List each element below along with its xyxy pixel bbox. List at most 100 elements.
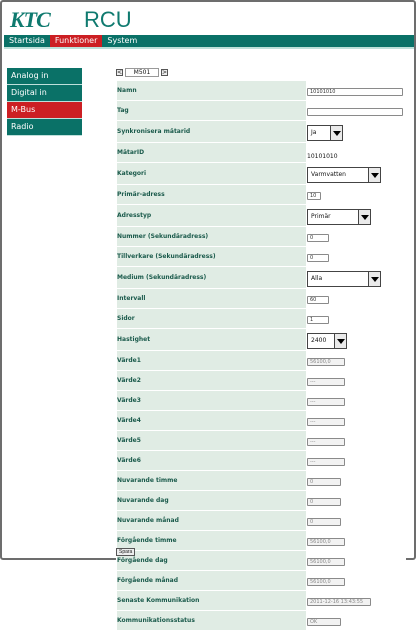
- prev-button[interactable]: <: [116, 69, 123, 76]
- form-row: Värde6 ---: [116, 450, 406, 471]
- field-value-cell: 10101010: [306, 80, 406, 101]
- meter-id-display: M501: [125, 68, 159, 77]
- next-button[interactable]: >: [161, 69, 168, 76]
- form-row: Tag: [116, 100, 406, 121]
- field-label: Synkronisera mätarid: [116, 120, 307, 143]
- field-value-cell: 1: [306, 308, 406, 329]
- chevron-down-icon[interactable]: [330, 125, 342, 140]
- field-label: Värde1: [116, 350, 307, 371]
- text-input[interactable]: 10: [307, 191, 321, 200]
- field-label: Nuvarande månad: [116, 510, 307, 531]
- field-value-cell: ---: [306, 370, 406, 391]
- form-row: Kommunikationsstatus OK: [116, 610, 406, 631]
- field-value-cell: Ja: [306, 120, 406, 143]
- save-button[interactable]: Spara: [116, 548, 136, 556]
- form-row: Senaste Kommunikation 2011-12-16 13:43:55: [116, 590, 406, 611]
- form-row: Förgående timme 56100,0: [116, 530, 406, 551]
- field-value-cell: 0: [306, 470, 406, 491]
- sidebar-item-m-bus[interactable]: M-Bus: [7, 102, 82, 119]
- form-row: Kategori Varmvatten: [116, 162, 406, 185]
- app-title: RCU: [84, 7, 132, 32]
- field-label: Intervall: [116, 288, 307, 309]
- field-value-cell: 0: [306, 226, 406, 247]
- nav-startsida[interactable]: Startsida: [4, 35, 50, 47]
- select-value: Alla: [311, 275, 323, 282]
- form-row: Värde2 ---: [116, 370, 406, 391]
- field-value-cell: 56100,0: [306, 570, 406, 591]
- field-label: Hastighet: [116, 328, 307, 351]
- readonly-field: OK: [307, 617, 341, 626]
- text-input[interactable]: 0: [307, 253, 329, 262]
- readonly-field: 0: [307, 517, 341, 526]
- content: < M501 > Namn 10101010 Tag Synkronisera mät…: [116, 68, 408, 631]
- field-value-cell: ---: [306, 390, 406, 411]
- field-label: Nuvarande timme: [116, 470, 307, 491]
- nav-system[interactable]: System: [102, 35, 142, 47]
- select-value: Ja: [311, 129, 317, 136]
- field-label: Förgående timme: [116, 530, 307, 551]
- field-label: Värde4: [116, 410, 307, 431]
- nav-funktioner[interactable]: Funktioner: [49, 35, 103, 47]
- field-value-cell: 2400: [306, 328, 406, 351]
- form-row: Namn 10101010: [116, 80, 406, 101]
- chevron-down-icon[interactable]: [358, 209, 370, 224]
- form-row: Nummer (Sekundäradress) 0: [116, 226, 406, 247]
- sidebar: Analog in Digital in M-Bus Radio: [7, 68, 82, 136]
- select-dropdown[interactable]: 2400: [307, 332, 347, 349]
- form-row: Hastighet 2400: [116, 328, 406, 351]
- field-label: Förgående månad: [116, 570, 307, 591]
- readonly-field: 0: [307, 477, 341, 486]
- sidebar-item-analog-in[interactable]: Analog in: [7, 68, 82, 85]
- readonly-field: ---: [307, 417, 345, 426]
- form-row: Förgående månad 56100,0: [116, 570, 406, 591]
- select-dropdown[interactable]: Varmvatten: [307, 166, 381, 183]
- window-frame: KTC RCU Startsida Funktioner System Anal…: [0, 0, 416, 631]
- text-input[interactable]: 10101010: [307, 87, 403, 96]
- text-input[interactable]: [307, 107, 403, 116]
- chevron-down-icon[interactable]: [368, 271, 380, 286]
- sidebar-item-radio[interactable]: Radio: [7, 119, 82, 136]
- meter-form: Namn 10101010 Tag Synkronisera mätarid Ja Mät…: [116, 80, 406, 631]
- field-value-cell: 56100,0: [306, 350, 406, 371]
- field-value-cell: ---: [306, 450, 406, 471]
- text-input[interactable]: 60: [307, 295, 329, 304]
- field-label: Värde2: [116, 370, 307, 391]
- select-dropdown[interactable]: Ja: [307, 124, 343, 141]
- select-dropdown[interactable]: Alla: [307, 270, 381, 287]
- select-dropdown[interactable]: Primär: [307, 208, 371, 225]
- field-label: Värde6: [116, 450, 307, 471]
- readonly-field: 2011-12-16 13:43:55: [307, 597, 371, 606]
- field-label: Senaste Kommunikation: [116, 590, 307, 611]
- text-input[interactable]: 0: [307, 233, 329, 242]
- readonly-field: 0: [307, 497, 341, 506]
- field-value-cell: 56100,0: [306, 550, 406, 571]
- form-row: MätarID 10101010: [116, 142, 406, 163]
- form-row: Tillverkare (Sekundäradress) 0: [116, 246, 406, 267]
- form-row: Värde4 ---: [116, 410, 406, 431]
- field-value-cell: 2011-12-16 13:43:55: [306, 590, 406, 611]
- field-label: Adresstyp: [116, 204, 307, 227]
- readonly-field: 56100,0: [307, 577, 345, 586]
- field-label: Förgående dag: [116, 550, 307, 571]
- field-value-cell: 0: [306, 510, 406, 531]
- field-value-cell: Primär: [306, 204, 406, 227]
- nav-underline: [4, 47, 414, 49]
- select-value: 2400: [311, 337, 327, 344]
- chevron-down-icon[interactable]: [368, 167, 380, 182]
- readonly-field: 56100,0: [307, 537, 345, 546]
- chevron-down-icon[interactable]: [334, 333, 346, 348]
- field-label: Primär-adress: [116, 184, 307, 205]
- field-label: Tillverkare (Sekundäradress): [116, 246, 307, 267]
- text-input[interactable]: 1: [307, 315, 329, 324]
- field-value-cell: Alla: [306, 266, 406, 289]
- form-row: Medium (Sekundäradress) Alla: [116, 266, 406, 289]
- readonly-field: ---: [307, 457, 345, 466]
- field-value-cell: 0: [306, 246, 406, 267]
- form-row: Adresstyp Primär: [116, 204, 406, 227]
- field-value-cell: ---: [306, 410, 406, 431]
- ktc-logo: KTC: [10, 7, 51, 32]
- sidebar-item-digital-in[interactable]: Digital in: [7, 85, 82, 102]
- field-label: Namn: [116, 80, 307, 101]
- field-label: Värde3: [116, 390, 307, 411]
- form-row: Nuvarande månad 0: [116, 510, 406, 531]
